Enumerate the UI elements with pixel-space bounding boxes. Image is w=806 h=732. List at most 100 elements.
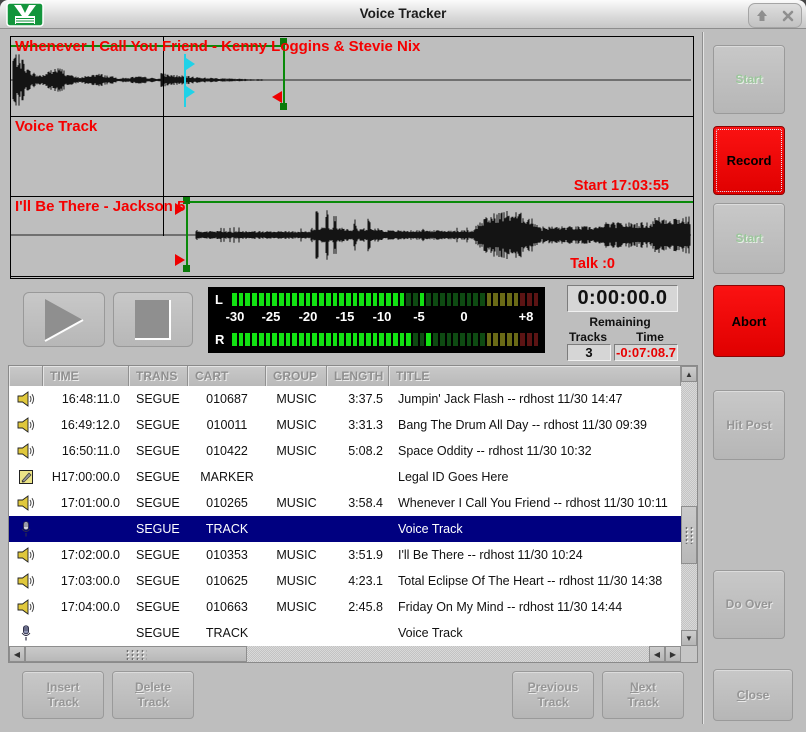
focus-ring [716, 129, 782, 192]
log-row[interactable]: 17:04:00.0SEGUE010663MUSIC2:45.8Friday O… [9, 594, 681, 620]
meter-left-bar [232, 293, 538, 306]
cell: 3:51.9 [327, 548, 389, 562]
delete-track-button[interactable]: DeleteTrack [112, 671, 194, 719]
meter-scale-tick: 0 [460, 309, 467, 324]
elapsed-time-display: 0:00:00.0 [567, 285, 678, 312]
time-remaining-label: Time [620, 330, 680, 344]
cell: 010663 [188, 600, 266, 614]
log-row[interactable]: H17:00:00.0SEGUEMARKERLegal ID Goes Here [9, 464, 681, 490]
cell: TRACK [188, 522, 266, 536]
titlebar[interactable]: Voice Tracker [0, 0, 806, 29]
cell: Friday On My Mind -- rdhost 11/30 14:44 [389, 600, 681, 614]
cell: SEGUE [129, 548, 188, 562]
cell: MUSIC [266, 574, 327, 588]
panel-separator [702, 32, 703, 724]
speaker-icon [9, 443, 43, 459]
log-row[interactable]: 17:02:00.0SEGUE010353MUSIC3:51.9I'll Be … [9, 542, 681, 568]
log-row-selected[interactable]: SEGUETRACKVoice Track [9, 516, 681, 542]
cell: Total Eclipse Of The Heart -- rdhost 11/… [389, 574, 681, 588]
fade-marker-icon[interactable] [272, 91, 282, 103]
track-title: Whenever I Call You Friend - Kenny Loggi… [15, 38, 420, 55]
time-remaining-value: -0:07:08.7 [614, 344, 678, 361]
cell: 17:03:00.0 [43, 574, 129, 588]
cell: SEGUE [129, 574, 188, 588]
cell: SEGUE [129, 626, 188, 640]
cell: Voice Track [389, 522, 681, 536]
column-header-length: LENGTH [327, 366, 389, 386]
mic-icon [9, 625, 43, 642]
scroll-up-button[interactable]: ▲ [681, 366, 697, 382]
talk-marker-bottom-icon[interactable] [186, 86, 195, 98]
close-button[interactable]: Close [713, 669, 793, 721]
cell: SEGUE [129, 392, 188, 406]
cell: SEGUE [129, 418, 188, 432]
previous-track-button[interactable]: PreviousTrack [512, 671, 594, 719]
next-track-button[interactable]: NextTrack [602, 671, 684, 719]
start-marker-line[interactable] [186, 199, 188, 271]
shade-icon[interactable] [752, 7, 772, 25]
cell: 3:58.4 [327, 496, 389, 510]
horizontal-scroll-thumb[interactable] [25, 646, 247, 662]
stop-button[interactable] [113, 292, 193, 347]
speaker-icon [9, 495, 43, 511]
log-row[interactable]: SEGUETRACKVoice Track [9, 620, 681, 646]
cell: 010353 [188, 548, 266, 562]
cell: MUSIC [266, 496, 327, 510]
meter-scale-tick: -25 [262, 309, 281, 324]
vertical-scroll-thumb[interactable] [681, 506, 697, 564]
speaker-icon [9, 417, 43, 433]
titlebar-buttons [748, 3, 802, 28]
segue-level-line [187, 201, 693, 203]
play-start-bottom-icon[interactable] [175, 254, 185, 266]
track-lane-voice-track[interactable]: Voice Track Start 17:03:55 [11, 117, 693, 197]
abort-button[interactable]: Abort [713, 285, 785, 357]
insert-track-button[interactable]: InsertTrack [22, 671, 104, 719]
track-lane-previous-cart[interactable]: Whenever I Call You Friend - Kenny Loggi… [11, 37, 693, 117]
track-title: I'll Be There - Jackson 5 [15, 198, 185, 215]
log-row[interactable]: 16:50:11.0SEGUE010422MUSIC5:08.2Space Od… [9, 438, 681, 464]
cell: 3:37.5 [327, 392, 389, 406]
cell: Legal ID Goes Here [389, 470, 681, 484]
start-track1-button[interactable]: Start [713, 45, 785, 114]
speaker-icon [9, 391, 43, 407]
cell: 4:23.1 [327, 574, 389, 588]
talk-marker-top-icon[interactable] [186, 58, 195, 70]
start-track2-button[interactable]: Start [713, 203, 785, 274]
scroll-right-button[interactable]: ▶ [665, 646, 681, 662]
track-title: Voice Track [15, 118, 97, 135]
scroll-left-button[interactable]: ◀ [9, 646, 25, 662]
cell: TRACK [188, 626, 266, 640]
tracks-panel: Whenever I Call You Friend - Kenny Loggi… [10, 36, 694, 279]
do-over-button[interactable]: Do Over [713, 570, 785, 639]
scrollbar-corner [681, 646, 697, 662]
vertical-scrollbar: ▲ ▼ [681, 366, 697, 646]
log-row[interactable]: 16:48:11.0SEGUE010687MUSIC3:37.5Jumpin' … [9, 386, 681, 412]
meter-right-label: R [215, 333, 229, 346]
cell: 16:50:11.0 [43, 444, 129, 458]
cell: MUSIC [266, 392, 327, 406]
hit-post-button[interactable]: Hit Post [713, 390, 785, 460]
play-button[interactable] [23, 292, 105, 347]
track-lane-next-cart[interactable]: I'll Be There - Jackson 5 Talk :0 [11, 197, 693, 277]
record-button[interactable]: Record [713, 126, 785, 195]
log-row[interactable]: 17:03:00.0SEGUE010625MUSIC4:23.1Total Ec… [9, 568, 681, 594]
start-handle-bottom[interactable] [183, 265, 190, 272]
thumb-grip [684, 526, 694, 544]
scroll-down-button[interactable]: ▼ [681, 630, 697, 646]
speaker-icon [9, 599, 43, 615]
log-row[interactable]: 17:01:00.0SEGUE010265MUSIC3:58.4Whenever… [9, 490, 681, 516]
segue-end-handle-bottom[interactable] [280, 103, 287, 110]
meter-left-label: L [215, 293, 229, 306]
cell: 16:49:12.0 [43, 418, 129, 432]
cell: 16:48:11.0 [43, 392, 129, 406]
stop-icon [133, 298, 173, 342]
cell: MUSIC [266, 444, 327, 458]
cell: 2:45.8 [327, 600, 389, 614]
meter-scale-tick: -15 [336, 309, 355, 324]
cell: 17:04:00.0 [43, 600, 129, 614]
close-icon[interactable] [778, 7, 798, 25]
speaker-icon [9, 547, 43, 563]
scroll-left-button-2[interactable]: ◀ [649, 646, 665, 662]
cell: Whenever I Call You Friend -- rdhost 11/… [389, 496, 681, 510]
log-row[interactable]: 16:49:12.0SEGUE010011MUSIC3:31.3Bang The… [9, 412, 681, 438]
